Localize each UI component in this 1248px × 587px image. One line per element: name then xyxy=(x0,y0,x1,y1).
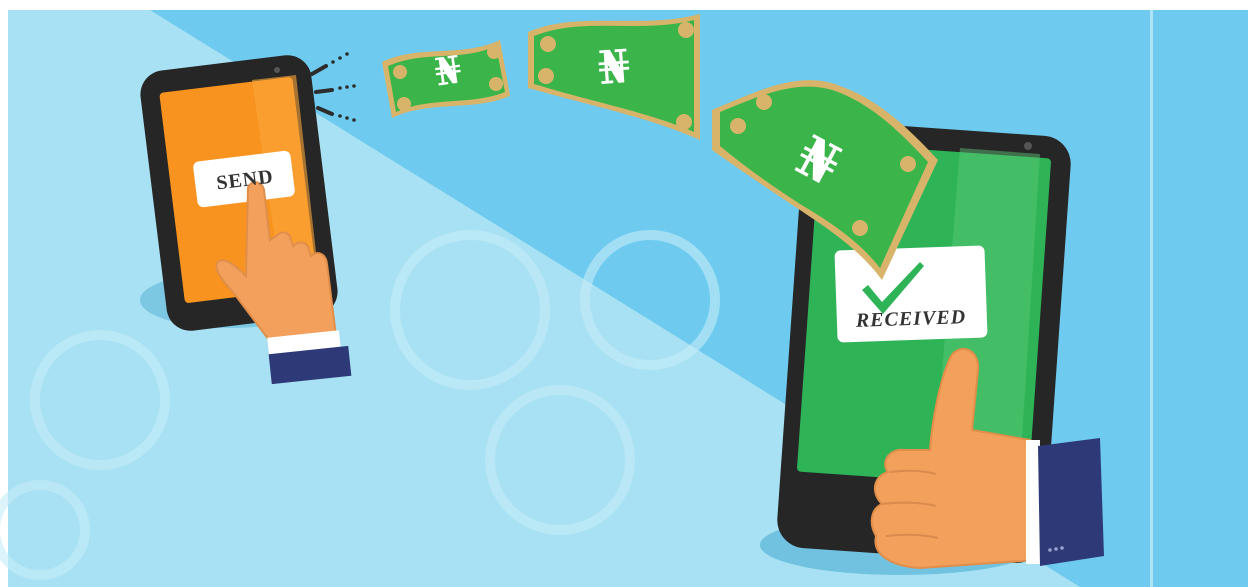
receiver-phone-camera xyxy=(1024,142,1032,150)
sender-phone-camera xyxy=(274,67,280,73)
naira-symbol-2: ₦ xyxy=(596,38,632,96)
divider-line xyxy=(1150,10,1153,587)
received-badge: RECEIVED xyxy=(838,301,985,336)
money-transfer-illustration: ₦ ₦ ₦ SEND RECEIVED xyxy=(0,0,1248,587)
naira-symbol-1: ₦ xyxy=(431,46,465,95)
received-label: RECEIVED xyxy=(855,305,967,332)
send-button-label: SEND xyxy=(215,165,275,194)
